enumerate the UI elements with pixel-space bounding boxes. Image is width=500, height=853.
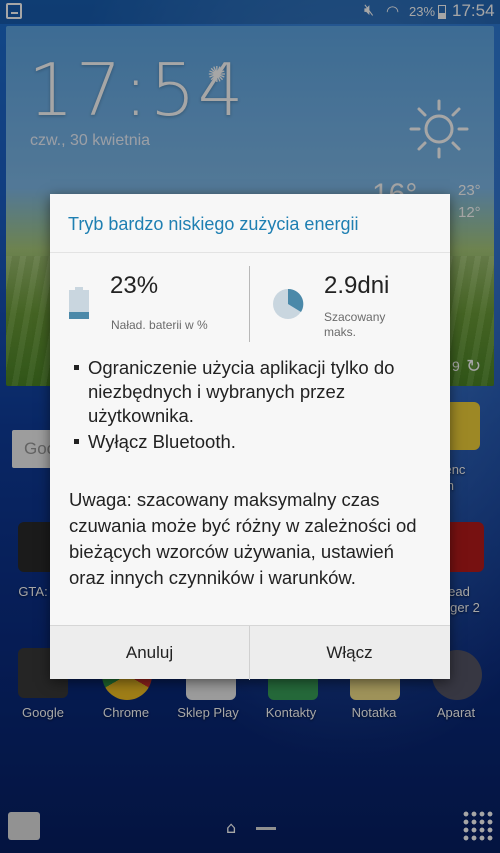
standby-value: 2.9dni <box>324 272 390 299</box>
warning-text: Uwaga: szacowany maksymalny czas czuwani… <box>69 489 417 588</box>
battery-label: Naład. baterii w % <box>111 318 208 332</box>
restrictions-list: Ograniczenie użycia aplikacji tylko do n… <box>72 356 432 456</box>
battery-value: 23% <box>110 272 159 299</box>
title-divider <box>50 252 450 253</box>
standby-label-line2: maks. <box>324 325 357 339</box>
battery-level-icon <box>69 287 89 319</box>
stats-divider <box>249 266 250 342</box>
dialog-title: Tryb bardzo niskiego zużycia energii <box>68 214 359 234</box>
list-item: Wyłącz Bluetooth. <box>72 430 432 454</box>
list-item: Ograniczenie użycia aplikacji tylko do n… <box>72 356 432 428</box>
cancel-button[interactable]: Anuluj <box>50 626 249 680</box>
ultra-power-saving-dialog: Tryb bardzo niskiego zużycia energii 23%… <box>50 194 450 680</box>
pie-chart-icon <box>273 288 304 319</box>
standby-label-line1: Szacowany <box>324 310 386 324</box>
dialog-button-bar: Anuluj Włącz <box>50 625 450 680</box>
enable-button[interactable]: Włącz <box>250 626 449 680</box>
battery-level-fill <box>69 312 89 319</box>
